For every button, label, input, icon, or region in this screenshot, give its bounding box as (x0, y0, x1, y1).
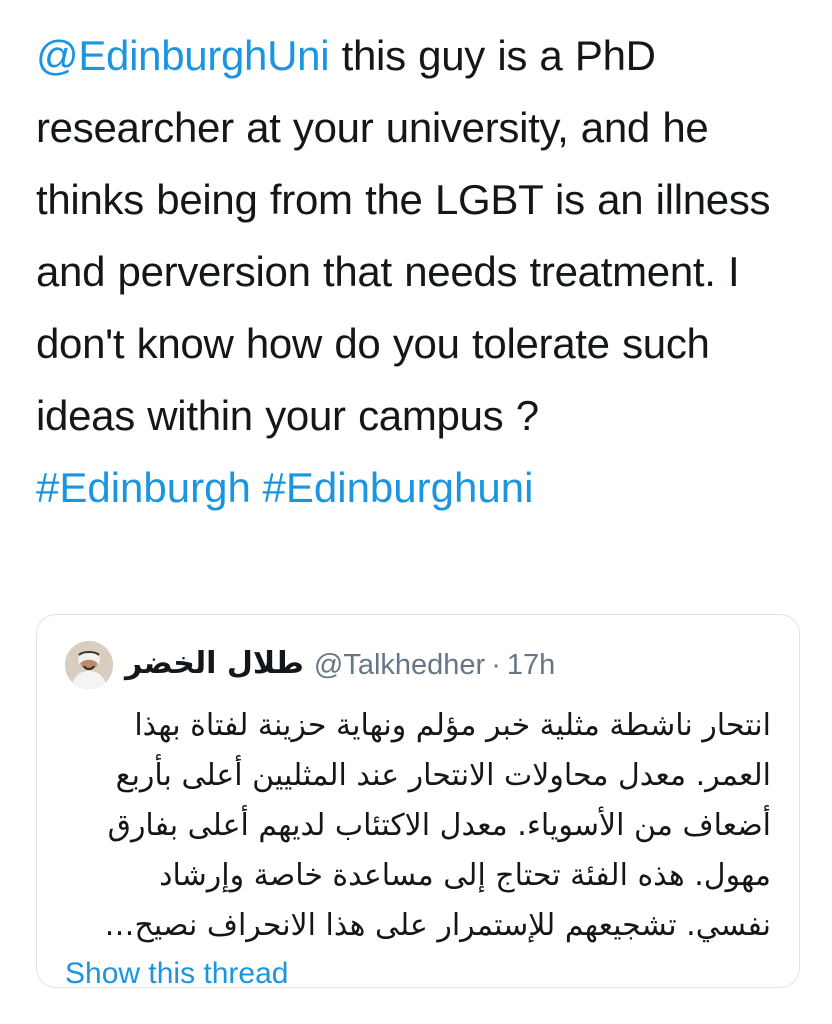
mention-link[interactable]: @EdinburghUni (36, 32, 330, 79)
quoted-author-name[interactable]: طلال الخضر (125, 646, 304, 681)
separator-dot: · (491, 648, 501, 681)
quoted-author-handle[interactable]: @Talkhedher (314, 649, 485, 682)
hashtag-line: #Edinburgh #Edinburghuni (36, 452, 788, 524)
quoted-tweet-header: طلال الخضر @Talkhedher · 17h (65, 639, 771, 691)
quoted-tweet-text: انتحار ناشطة مثلية خبر مؤلم ونهاية حزينة… (104, 708, 771, 943)
tweet-body-text: this guy is a PhD researcher at your uni… (36, 32, 771, 439)
user-avatar-icon (65, 641, 113, 689)
hashtag-edinburgh[interactable]: #Edinburgh (36, 464, 251, 511)
hashtag-edinburghuni[interactable]: #Edinburghuni (263, 464, 534, 511)
quoted-timestamp[interactable]: 17h (507, 649, 555, 682)
tweet: @EdinburghUni this guy is a PhD research… (0, 0, 832, 1024)
tweet-text: @EdinburghUni this guy is a PhD research… (36, 20, 788, 452)
show-thread-link[interactable]: Show this thread (65, 957, 288, 991)
avatar[interactable] (65, 641, 113, 689)
quoted-tweet-card[interactable]: طلال الخضر @Talkhedher · 17h انتحار ناشط… (36, 614, 800, 991)
